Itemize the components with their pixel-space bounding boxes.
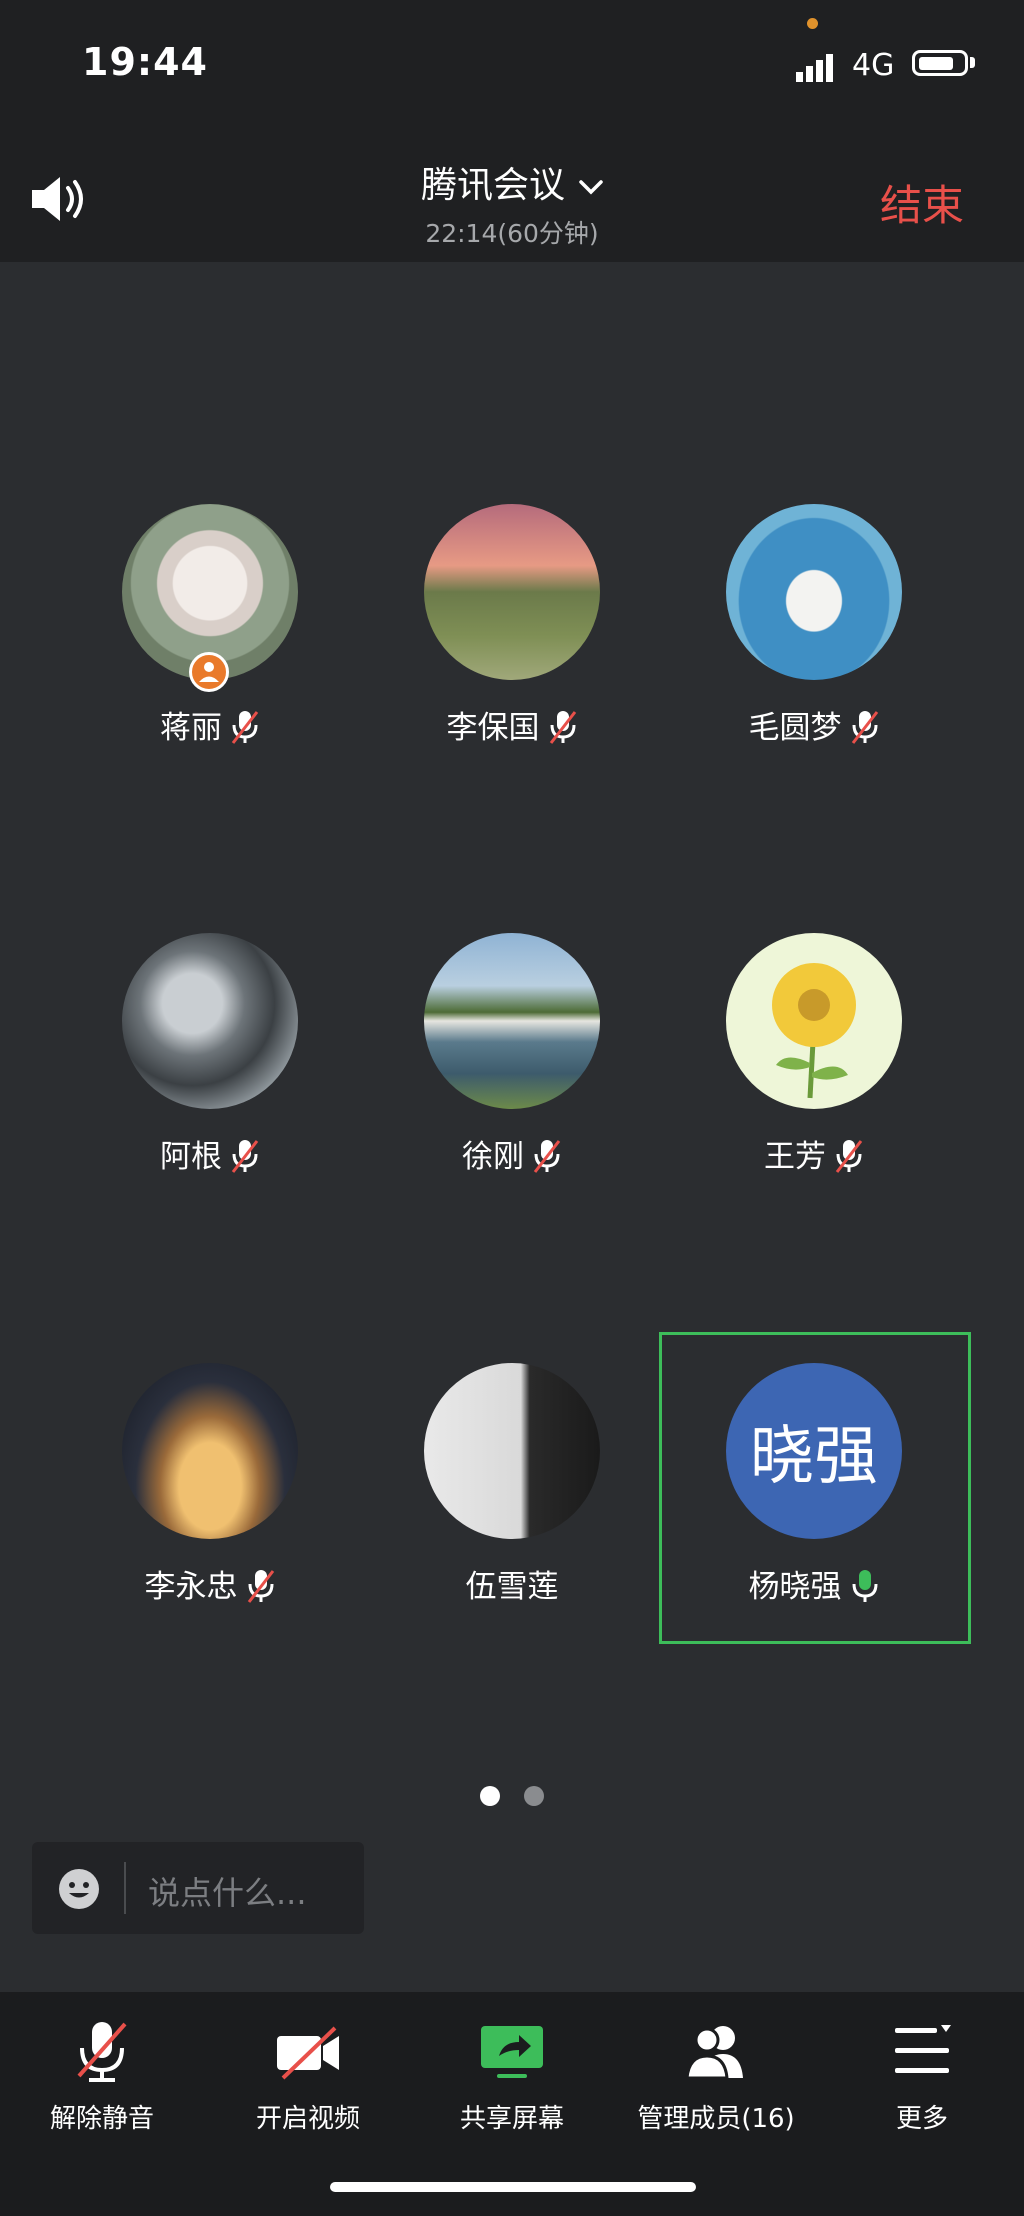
participant-name: 徐刚 <box>462 1139 524 1175</box>
participant-avatar: 晓强 <box>726 1363 902 1539</box>
meeting-title[interactable]: 腾讯会议 <box>0 156 1024 208</box>
meeting-duration: 22:14(60分钟) <box>425 219 599 248</box>
participant-name: 杨晓强 <box>748 1569 842 1605</box>
meeting-title-text: 腾讯会议 <box>420 165 565 206</box>
chevron-down-icon <box>579 180 603 195</box>
participant-avatar <box>424 1363 600 1539</box>
page-indicator[interactable] <box>478 1786 548 1806</box>
chat-input[interactable]: 说点什么... <box>32 1842 364 1934</box>
mic-muted-icon <box>231 710 259 744</box>
mic-muted-icon <box>851 710 878 744</box>
participant-name: 阿根 <box>160 1139 222 1175</box>
chat-placeholder: 说点什么... <box>148 1874 307 1912</box>
members-icon <box>685 2026 743 2080</box>
share-screen-button[interactable]: 共享屏幕 <box>422 2020 602 2140</box>
unmute-button[interactable]: 解除静音 <box>12 2020 192 2140</box>
share-screen-label: 共享屏幕 <box>459 2104 564 2134</box>
participant-tile[interactable]: 晓强 杨晓强 <box>664 1333 964 1633</box>
unmute-label: 解除静音 <box>49 2104 154 2134</box>
start-video-label: 开启视频 <box>255 2104 360 2134</box>
mic-muted-icon <box>77 2022 127 2082</box>
participant-name: 蒋丽 <box>160 710 222 746</box>
participant-tile[interactable]: 伍雪莲 <box>362 1333 662 1633</box>
mic-muted-icon <box>533 1139 561 1173</box>
participant-tile[interactable]: 李永忠 <box>60 1333 360 1633</box>
participant-tile[interactable]: 李保国 <box>362 474 662 774</box>
participant-name: 毛圆梦 <box>748 710 842 746</box>
host-badge-icon <box>189 652 229 692</box>
start-video-button[interactable]: 开启视频 <box>218 2020 398 2140</box>
participant-name: 李保国 <box>446 710 540 746</box>
more-label: 更多 <box>895 2104 948 2134</box>
participant-avatar <box>424 933 600 1109</box>
mic-speaking-icon <box>852 1569 877 1602</box>
status-time: 19:44 <box>82 40 208 84</box>
more-menu-icon <box>895 2025 951 2073</box>
mic-muted-icon <box>835 1139 863 1173</box>
end-meeting-button[interactable]: 结束 <box>880 172 964 233</box>
participant-avatar <box>726 504 902 680</box>
recording-indicator-dot <box>807 18 818 29</box>
emoji-icon[interactable] <box>58 1868 100 1910</box>
participant-tile[interactable]: 徐刚 <box>362 903 662 1203</box>
participant-avatar <box>424 504 600 680</box>
participant-name: 李永忠 <box>144 1569 238 1605</box>
battery-icon <box>912 50 968 76</box>
home-indicator[interactable] <box>330 2182 696 2192</box>
signal-icon <box>796 54 833 82</box>
mic-muted-icon <box>231 1139 259 1173</box>
mic-muted-icon <box>247 1569 274 1603</box>
video-off-icon <box>277 2026 339 2080</box>
mic-muted-icon <box>549 710 576 744</box>
share-screen-icon <box>481 2026 543 2078</box>
more-button[interactable]: 更多 <box>832 2020 1012 2140</box>
participant-name: 伍雪莲 <box>465 1569 559 1605</box>
page-dot <box>524 1786 544 1806</box>
participant-tile[interactable]: 毛圆梦 <box>664 474 964 774</box>
participant-avatar <box>726 933 902 1109</box>
manage-members-label: 管理成员(16) <box>637 2104 795 2134</box>
chat-divider <box>124 1862 126 1914</box>
participant-tile[interactable]: 阿根 <box>60 903 360 1203</box>
participant-tile[interactable]: 蒋丽 <box>60 474 360 774</box>
participant-tile[interactable]: 王芳 <box>664 903 964 1203</box>
participant-avatar <box>122 1363 298 1539</box>
participant-avatar <box>122 933 298 1109</box>
network-type: 4G <box>852 48 895 83</box>
manage-members-button[interactable]: 管理成员(16) <box>626 2020 806 2140</box>
participant-name: 王芳 <box>764 1139 826 1175</box>
page-dot-active <box>480 1786 500 1806</box>
battery-cap <box>970 57 975 68</box>
